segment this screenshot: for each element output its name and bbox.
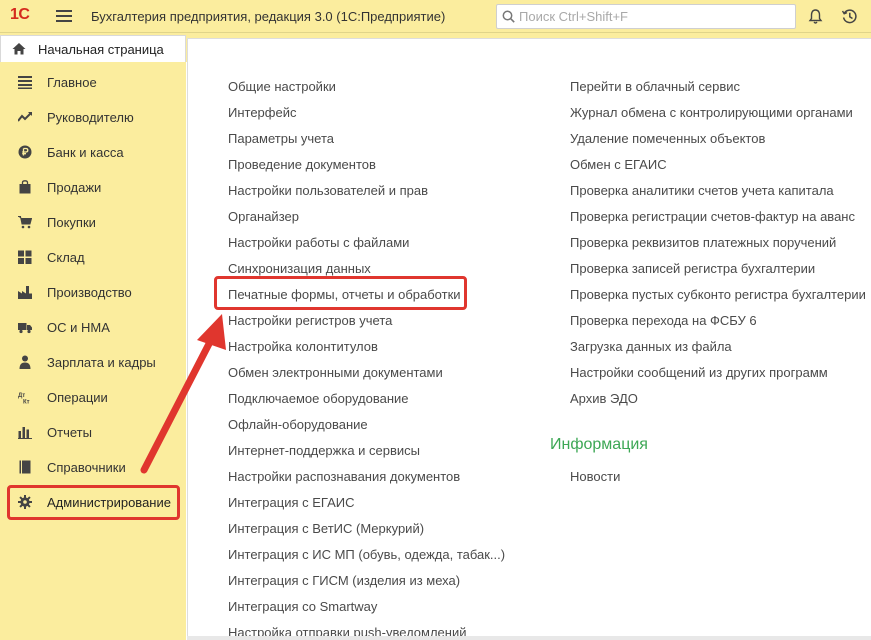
link-check-ledger-records[interactable]: Проверка записей регистра бухгалтерии	[570, 261, 815, 276]
link-internet-support[interactable]: Интернет-поддержка и сервисы	[228, 443, 420, 458]
sidebar-item-label: ОС и НМА	[47, 320, 110, 335]
search-icon	[502, 10, 515, 23]
trend-chart-icon	[18, 112, 32, 122]
section-title-information: Информация	[550, 436, 648, 453]
sidebar-item-label: Склад	[47, 250, 85, 265]
tab-home-page[interactable]: Начальная страница	[0, 35, 186, 62]
search-box[interactable]	[496, 4, 796, 29]
link-egais-integration[interactable]: Интеграция с ЕГАИС	[228, 495, 354, 510]
link-ismp-integration[interactable]: Интеграция с ИС МП (обувь, одежда, табак…	[228, 547, 505, 562]
sidebar-item-production[interactable]: Производство	[0, 275, 186, 310]
title-bar: 1С Бухгалтерия предприятия, редакция 3.0…	[0, 0, 871, 33]
link-check-advance-invoices[interactable]: Проверка регистрации счетов-фактур на ав…	[570, 209, 855, 224]
sidebar-item-bank[interactable]: Банк и касса	[0, 135, 186, 170]
link-offline-equipment[interactable]: Офлайн-оборудование	[228, 417, 368, 432]
sidebar-item-salary[interactable]: Зарплата и кадры	[0, 345, 186, 380]
search-input[interactable]	[519, 7, 789, 26]
link-cloud-service[interactable]: Перейти в облачный сервис	[570, 79, 740, 94]
sidebar-item-label: Операции	[47, 390, 108, 405]
highlight-print-forms	[214, 276, 467, 310]
sidebar-item-label: Покупки	[47, 215, 96, 230]
person-icon	[19, 355, 31, 369]
link-vetis-integration[interactable]: Интеграция с ВетИС (Меркурий)	[228, 521, 424, 536]
link-news[interactable]: Новости	[570, 469, 620, 484]
sidebar-item-manager[interactable]: Руководителю	[0, 100, 186, 135]
sidebar-item-label: Главное	[47, 75, 97, 90]
horizontal-scrollbar[interactable]	[187, 636, 871, 640]
app-title: Бухгалтерия предприятия, редакция 3.0 (1…	[91, 9, 446, 24]
link-edi-exchange[interactable]: Обмен электронными документами	[228, 365, 443, 380]
svg-text:Кт: Кт	[23, 400, 30, 405]
administration-panel: Общие настройки Интерфейс Параметры учет…	[187, 38, 871, 636]
sidebar-item-label: Банк и касса	[47, 145, 124, 160]
sections-panel: Главное Руководителю Банк и касса Продаж…	[0, 62, 186, 640]
sidebar-item-label: Справочники	[47, 460, 126, 475]
menu-lines-icon	[18, 76, 32, 89]
home-icon	[12, 43, 26, 55]
sidebar-item-label: Зарплата и кадры	[47, 355, 156, 370]
link-message-settings[interactable]: Настройки сообщений из других программ	[570, 365, 828, 380]
svg-text:Дт: Дт	[18, 393, 25, 399]
sidebar-item-catalogs[interactable]: Справочники	[0, 450, 186, 485]
sidebar-item-sales[interactable]: Продажи	[0, 170, 186, 205]
shopping-bag-icon	[19, 180, 31, 194]
sidebar-item-purchases[interactable]: Покупки	[0, 205, 186, 240]
warehouse-grid-icon	[18, 250, 32, 264]
link-organizer[interactable]: Органайзер	[228, 209, 299, 224]
link-general-settings[interactable]: Общие настройки	[228, 79, 336, 94]
link-smartway-integration[interactable]: Интеграция со Smartway	[228, 599, 377, 614]
link-users-rights[interactable]: Настройки пользователей и прав	[228, 183, 428, 198]
link-check-fsbu6[interactable]: Проверка перехода на ФСБУ 6	[570, 313, 757, 328]
link-check-empty-subconto[interactable]: Проверка пустых субконто регистра бухгал…	[570, 287, 866, 302]
link-accounting-params[interactable]: Параметры учета	[228, 131, 334, 146]
sidebar-item-label: Продажи	[47, 180, 102, 195]
link-delete-marked[interactable]: Удаление помеченных объектов	[570, 131, 765, 146]
ruble-coin-icon	[18, 145, 32, 159]
app-logo[interactable]: 1С	[10, 6, 30, 24]
sidebar-item-label: Отчеты	[47, 425, 92, 440]
link-gism-integration[interactable]: Интеграция с ГИСМ (изделия из меха)	[228, 573, 460, 588]
sidebar-item-label: Руководителю	[47, 110, 134, 125]
highlight-administration	[7, 485, 180, 520]
main-menu-icon[interactable]	[56, 10, 72, 22]
link-edo-archive[interactable]: Архив ЭДО	[570, 391, 638, 406]
link-data-sync[interactable]: Синхронизация данных	[228, 261, 371, 276]
link-connected-equipment[interactable]: Подключаемое оборудование	[228, 391, 409, 406]
sidebar-item-label: Производство	[47, 285, 132, 300]
sidebar-item-reports[interactable]: Отчеты	[0, 415, 186, 450]
factory-icon	[18, 286, 32, 299]
link-interface[interactable]: Интерфейс	[228, 105, 296, 120]
link-check-capital-accounts[interactable]: Проверка аналитики счетов учета капитала	[570, 183, 834, 198]
link-document-posting[interactable]: Проведение документов	[228, 157, 376, 172]
debit-credit-icon: ДтКт	[18, 393, 30, 405]
link-load-from-file[interactable]: Загрузка данных из файла	[570, 339, 732, 354]
sidebar-item-warehouse[interactable]: Склад	[0, 240, 186, 275]
sidebar-item-fixed-assets[interactable]: ОС и НМА	[0, 310, 186, 345]
link-check-payment-orders[interactable]: Проверка реквизитов платежных поручений	[570, 235, 836, 250]
link-egais-exchange[interactable]: Обмен с ЕГАИС	[570, 157, 667, 172]
history-icon[interactable]	[841, 8, 858, 25]
link-push-notifications[interactable]: Настройка отправки push-уведомлений	[228, 625, 466, 636]
tab-home-page-label: Начальная страница	[38, 42, 164, 57]
link-register-settings[interactable]: Настройки регистров учета	[228, 313, 392, 328]
bell-icon[interactable]	[807, 8, 824, 25]
link-regulator-exchange-log[interactable]: Журнал обмена с контролирующими органами	[570, 105, 853, 120]
link-headers-footers[interactable]: Настройка колонтитулов	[228, 339, 378, 354]
shopping-cart-icon	[18, 216, 32, 229]
link-document-recognition[interactable]: Настройки распознавания документов	[228, 469, 460, 484]
sidebar-item-operations[interactable]: Дт Кт Операции	[0, 380, 186, 415]
sidebar-item-main[interactable]: Главное	[0, 65, 186, 100]
link-file-settings[interactable]: Настройки работы с файлами	[228, 235, 409, 250]
book-icon	[19, 460, 31, 474]
bar-chart-icon	[18, 427, 32, 439]
truck-icon	[18, 323, 32, 334]
